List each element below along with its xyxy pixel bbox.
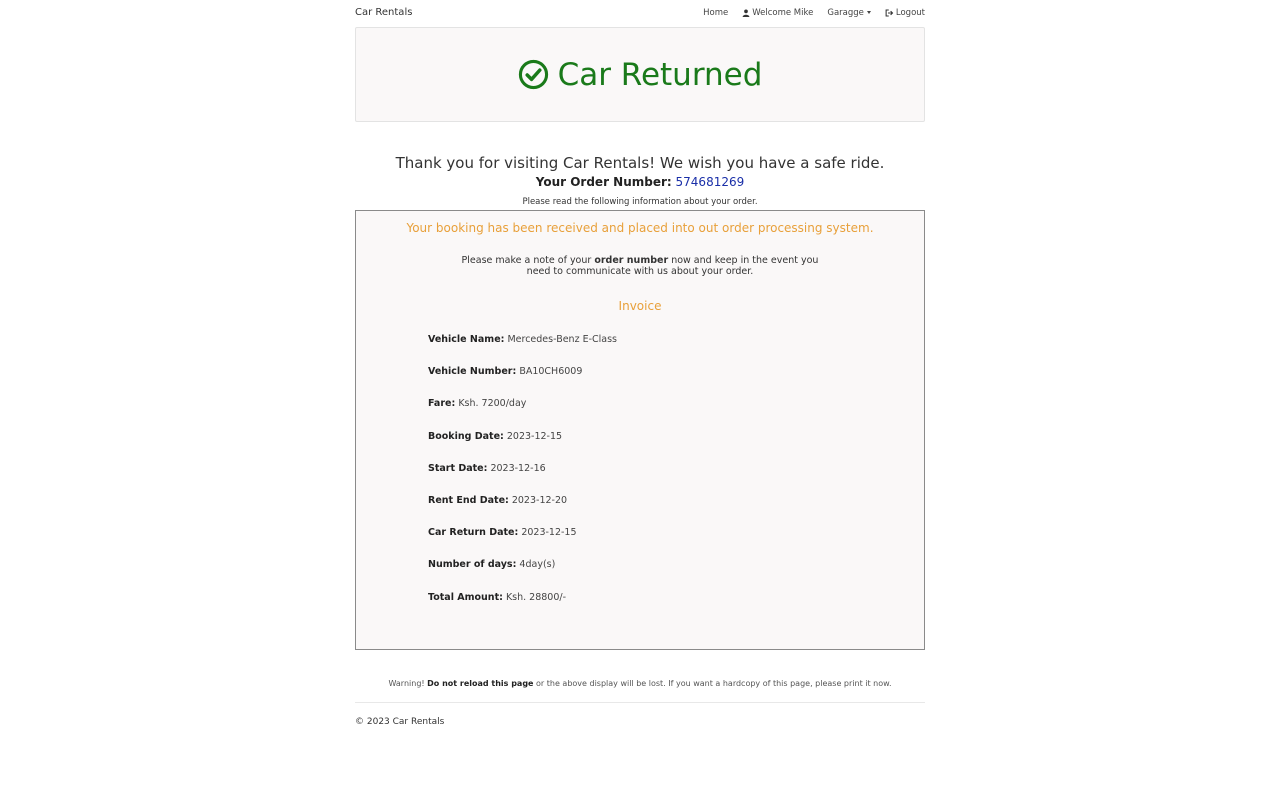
detail-number-of-days: Number of days: 4day(s): [428, 559, 924, 591]
reload-warning: Warning! Do not reload this page or the …: [355, 679, 925, 688]
logout-icon: [885, 8, 894, 17]
nav-logout-link[interactable]: Logout: [885, 8, 925, 18]
nav-garage-dropdown[interactable]: Garagge: [827, 8, 871, 18]
order-info-panel: Your booking has been received and place…: [355, 210, 925, 650]
invoice-heading: Invoice: [618, 299, 662, 313]
detail-label: Vehicle Name:: [428, 334, 505, 345]
read-note: Please read the following information ab…: [522, 197, 758, 207]
warning-prefix: Warning!: [388, 679, 425, 688]
detail-value: Mercedes-Benz E-Class: [507, 334, 618, 345]
detail-label: Booking Date:: [428, 430, 504, 442]
order-number-value: 574681269: [675, 175, 745, 189]
detail-car-return-date: Car Return Date: 2023-12-15: [428, 527, 924, 559]
booking-received-message: Your booking has been received and place…: [406, 221, 874, 235]
order-number-line: Your Order Number: 574681269: [355, 175, 925, 189]
detail-value: 2023-12-20: [511, 494, 568, 506]
detail-value: 4day(s): [519, 559, 556, 571]
page-title: Car Returned: [518, 56, 763, 93]
detail-booking-date: Booking Date: 2023-12-15: [428, 431, 924, 463]
detail-value: 2023-12-15: [506, 430, 563, 442]
logout-label: Logout: [895, 7, 925, 18]
detail-value: 2023-12-16: [490, 462, 546, 474]
navbar: Car Rentals Home Welcome Mike Garagge Lo…: [355, 0, 925, 25]
detail-label: Start Date:: [428, 462, 488, 474]
page-title-text: Car Returned: [557, 56, 763, 93]
nav-home-link[interactable]: Home: [703, 8, 728, 18]
jumbotron: Car Returned: [355, 27, 925, 122]
detail-total-amount: Total Amount: Ksh. 28800/-: [428, 592, 924, 624]
order-note: Please make a note of your order number …: [450, 255, 830, 277]
detail-label: Fare:: [428, 398, 456, 410]
detail-value: 2023-12-15: [521, 527, 577, 539]
detail-label: Total Amount:: [428, 591, 503, 603]
page-container: Car Rentals Home Welcome Mike Garagge Lo…: [355, 0, 925, 727]
warning-bold: Do not reload this page: [427, 679, 534, 688]
welcome-label: Welcome Mike: [752, 7, 814, 18]
footer-copyright: © 2023 Car Rentals: [355, 717, 445, 727]
detail-label: Car Return Date:: [428, 527, 519, 539]
nav-menu: Home Welcome Mike Garagge Logout: [689, 8, 925, 18]
invoice-details: Vehicle Name: Mercedes-Benz E-Class Vehi…: [428, 334, 924, 624]
note-bold: order number: [594, 255, 669, 266]
detail-label: Vehicle Number:: [428, 366, 517, 378]
detail-fare: Fare: Ksh. 7200/day: [428, 398, 924, 430]
user-icon: [742, 9, 750, 17]
nav-welcome-link[interactable]: Welcome Mike: [742, 8, 813, 18]
thank-you-message: Thank you for visiting Car Rentals! We w…: [395, 154, 885, 172]
check-circle-icon: [518, 59, 548, 90]
detail-vehicle-number: Vehicle Number: BA10CH6009: [428, 366, 924, 398]
brand-link[interactable]: Car Rentals: [355, 7, 412, 18]
detail-label: Number of days:: [428, 559, 517, 571]
detail-start-date: Start Date: 2023-12-16: [428, 463, 924, 495]
order-number-label: Your Order Number:: [535, 175, 672, 189]
detail-vehicle-name: Vehicle Name: Mercedes-Benz E-Class: [428, 334, 924, 366]
detail-value: BA10CH6009: [519, 366, 583, 378]
warning-suffix: or the above display will be lost. If yo…: [536, 679, 892, 688]
garage-label: Garagge: [827, 7, 864, 18]
note-prefix: Please make a note of your: [461, 255, 592, 266]
detail-label: Rent End Date:: [428, 494, 509, 506]
caret-down-icon: [866, 11, 871, 14]
footer-divider: [355, 702, 925, 703]
detail-value: Ksh. 28800/-: [505, 591, 567, 603]
detail-value: Ksh. 7200/day: [458, 398, 527, 410]
detail-rent-end-date: Rent End Date: 2023-12-20: [428, 495, 924, 527]
